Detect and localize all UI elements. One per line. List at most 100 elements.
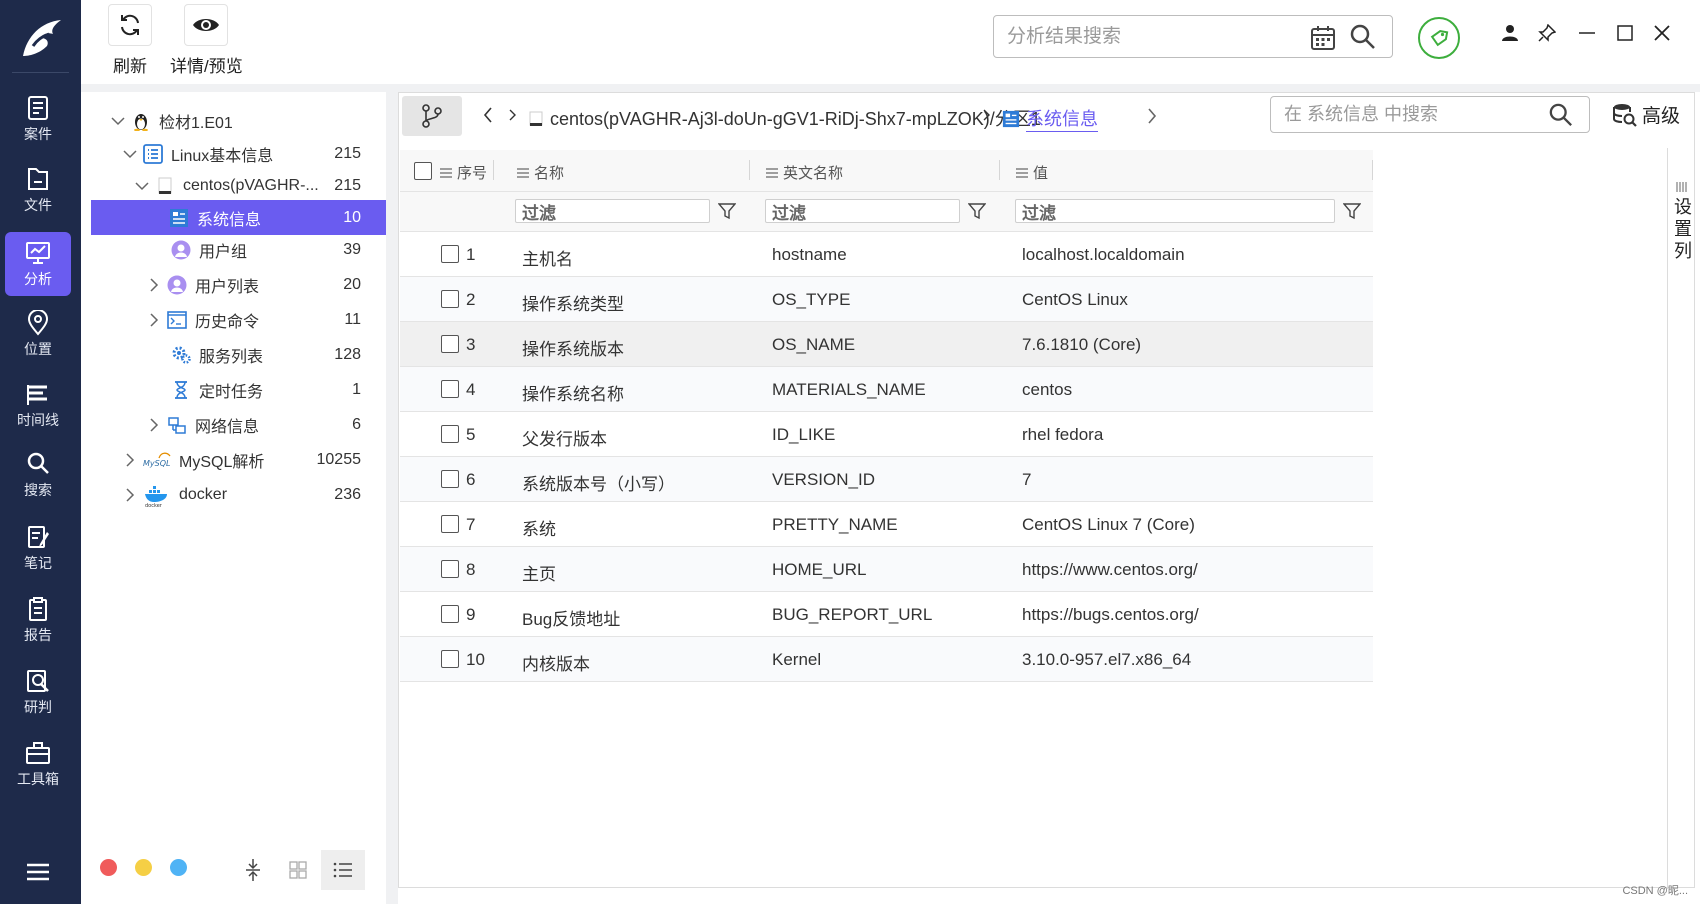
row-checkbox[interactable]: [441, 380, 459, 398]
search-icon[interactable]: [1350, 24, 1376, 50]
calendar-icon[interactable]: [1310, 25, 1336, 51]
table-row[interactable]: 4 操作系统名称 MATERIALS_NAME centos: [400, 367, 1373, 412]
eye-icon: [193, 19, 220, 31]
nav-report[interactable]: 报告: [5, 588, 71, 652]
filter-funnel-icon[interactable]: [968, 202, 986, 220]
table-row[interactable]: 3 操作系统版本 OS_NAME 7.6.1810 (Core): [400, 322, 1373, 367]
table-row[interactable]: 5 父发行版本 ID_LIKE rhel fedora: [400, 412, 1373, 457]
list-view-icon[interactable]: [321, 850, 365, 890]
pin-icon[interactable]: [1538, 24, 1556, 42]
collapse-all-icon[interactable]: [231, 850, 275, 890]
services-gear-icon: [171, 345, 191, 365]
nav-case-label: 案件: [24, 125, 52, 142]
filter-funnel-icon[interactable]: [718, 202, 736, 220]
yellow-color-dot[interactable]: [135, 859, 152, 876]
blue-color-dot[interactable]: [170, 859, 187, 876]
tree-item-docker[interactable]: docker docker 236: [81, 477, 386, 512]
maximize-icon[interactable]: [1616, 24, 1634, 42]
tree-item-evidence[interactable]: 检材1.E01: [81, 103, 386, 138]
chevron-down-icon[interactable]: [123, 149, 137, 159]
chevron-right-icon[interactable]: [147, 277, 161, 292]
branch-button[interactable]: [402, 96, 462, 136]
table-row[interactable]: 2 操作系统类型 OS_TYPE CentOS Linux: [400, 277, 1373, 322]
advanced-search-button[interactable]: 高级: [1612, 101, 1680, 128]
chevron-down-icon[interactable]: [135, 181, 149, 191]
column-header-english-name[interactable]: 英文名称: [766, 162, 843, 183]
evidence-tree: 检材1.E01 Linux基本信息 215 centos(pVAGHR-... …: [81, 92, 386, 904]
row-checkbox[interactable]: [441, 425, 459, 443]
column-header-value[interactable]: 值: [1016, 162, 1048, 183]
tree-item-history-commands[interactable]: 历史命令 11: [81, 302, 386, 337]
table-row[interactable]: 9 Bug反馈地址 BUG_REPORT_URL https://bugs.ce…: [400, 592, 1373, 637]
nav-toolbox[interactable]: 工具箱: [5, 732, 71, 796]
analysis-search-input[interactable]: [1007, 25, 1307, 48]
name-filter-input[interactable]: 过滤: [515, 199, 710, 223]
red-color-dot[interactable]: [100, 859, 117, 876]
nav-case[interactable]: 案件: [5, 87, 71, 151]
nav-timeline[interactable]: 时间线: [5, 373, 71, 437]
tree-item-label: 服务列表: [199, 348, 264, 366]
row-checkbox[interactable]: [441, 470, 459, 488]
table-row[interactable]: 10 内核版本 Kernel 3.10.0-957.el7.x86_64: [400, 637, 1373, 682]
tree-item-network-info[interactable]: 网络信息 6: [81, 407, 386, 442]
case-icon: [28, 95, 48, 120]
chevron-down-icon[interactable]: [111, 116, 125, 126]
nav-analysis[interactable]: 分析: [5, 232, 71, 296]
tree-item-centos[interactable]: centos(pVAGHR-... 215: [81, 168, 386, 203]
report-icon: [29, 596, 47, 621]
breadcrumb-path[interactable]: centos(pVAGHR-Aj3l-doUn-gGV1-RiDj-Shx7-m…: [528, 105, 1041, 131]
chevron-right-icon[interactable]: [123, 487, 137, 502]
nav-search[interactable]: 搜索: [5, 443, 71, 507]
row-checkbox[interactable]: [441, 245, 459, 263]
tree-item-scheduled-tasks[interactable]: 定时任务 1: [81, 372, 386, 407]
tree-item-linux-info[interactable]: Linux基本信息 215: [81, 136, 386, 171]
tree-item-mysql[interactable]: MySQL MySQL解析 10255: [81, 442, 386, 477]
filter-funnel-icon[interactable]: [1343, 202, 1361, 220]
grid-view-icon[interactable]: [276, 850, 320, 890]
refresh-button[interactable]: 刷新: [108, 4, 152, 77]
select-all-checkbox[interactable]: [414, 162, 432, 180]
minimize-icon[interactable]: [1578, 24, 1596, 42]
value-filter-input[interactable]: 过滤: [1015, 199, 1335, 223]
row-checkbox[interactable]: [441, 560, 459, 578]
user-icon[interactable]: [1501, 24, 1519, 42]
table-row[interactable]: 8 主页 HOME_URL https://www.centos.org/: [400, 547, 1373, 592]
column-header-index[interactable]: 序号: [440, 162, 487, 183]
table-search-input[interactable]: [1284, 104, 1544, 125]
network-icon: [167, 415, 187, 435]
row-checkbox[interactable]: [441, 515, 459, 533]
table-row[interactable]: 7 系统 PRETTY_NAME CentOS Linux 7 (Core): [400, 502, 1373, 547]
panel-divider[interactable]: [386, 92, 398, 904]
tree-item-service-list[interactable]: 服务列表 128: [81, 337, 386, 372]
column-header-name[interactable]: 名称: [517, 162, 564, 183]
chevron-right-icon[interactable]: [123, 452, 137, 467]
tree-item-user-list[interactable]: 用户列表 20: [81, 267, 386, 302]
nav-location[interactable]: 位置: [5, 302, 71, 366]
forward-chevron-icon[interactable]: [1146, 107, 1158, 125]
table-row[interactable]: 6 系统版本号（小写） VERSION_ID 7: [400, 457, 1373, 502]
hamburger-menu-icon[interactable]: [25, 862, 51, 887]
tree-item-system-info[interactable]: 系统信息 10: [91, 200, 386, 235]
breadcrumb-separator-icon: [983, 109, 990, 121]
table-row[interactable]: 1 主机名 hostname localhost.localdomain: [400, 232, 1373, 277]
english-filter-input[interactable]: 过滤: [765, 199, 960, 223]
close-icon[interactable]: [1653, 24, 1671, 42]
row-checkbox[interactable]: [441, 335, 459, 353]
chevron-right-icon[interactable]: [147, 417, 161, 432]
tree-item-user-groups[interactable]: 用户组 39: [81, 232, 386, 267]
chevron-right-icon[interactable]: [147, 312, 161, 327]
row-checkbox[interactable]: [441, 650, 459, 668]
back-chevron-icon[interactable]: [482, 106, 494, 124]
nav-judge[interactable]: 研判: [5, 660, 71, 724]
nav-file[interactable]: 文件: [5, 158, 71, 222]
row-checkbox[interactable]: [441, 605, 459, 623]
status-badge-icon[interactable]: [1418, 17, 1460, 59]
preview-button[interactable]: 详情/预览: [170, 4, 243, 77]
row-checkbox[interactable]: [441, 290, 459, 308]
breadcrumb-current[interactable]: 系统信息: [1002, 105, 1098, 132]
search-icon[interactable]: [1549, 103, 1573, 127]
set-columns-panel[interactable]: 设置列: [1667, 148, 1696, 889]
tree-footer: [81, 842, 386, 892]
nav-note[interactable]: 笔记: [5, 516, 71, 580]
tree-item-label: Linux基本信息: [171, 147, 274, 165]
